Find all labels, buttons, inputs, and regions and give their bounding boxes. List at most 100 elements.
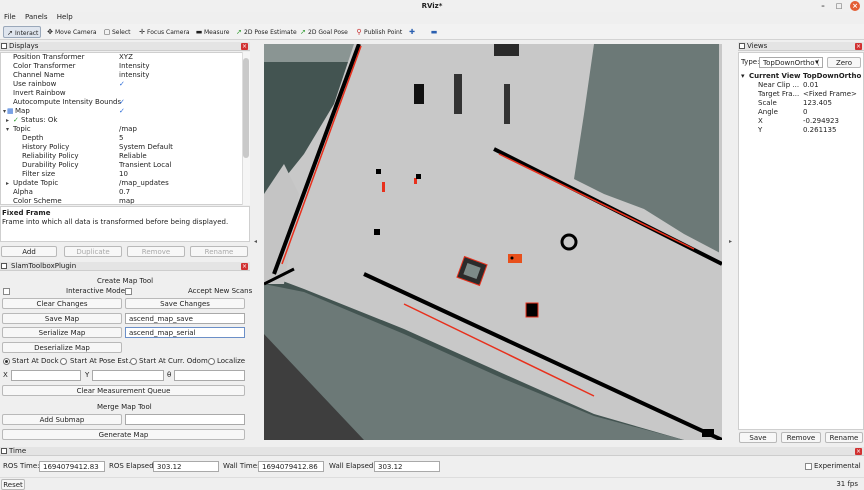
measure-tool-button[interactable]: ▬ Measure	[193, 26, 232, 38]
ros-time-field[interactable]: 1694079412.83	[39, 461, 105, 472]
zero-button[interactable]: Zero	[827, 57, 861, 68]
render-viewport[interactable]	[264, 44, 722, 440]
view-prop-value[interactable]: 123.405	[803, 99, 832, 108]
tree-row[interactable]: Position Transformer XYZ	[1, 53, 243, 62]
goal-pose-tool-button[interactable]: ➚ 2D Goal Pose	[297, 26, 350, 38]
wall-elapsed-field[interactable]: 303.12	[374, 461, 440, 472]
start-at-pose-est-radio[interactable]	[60, 358, 67, 365]
autocompute-bounds-checkbox[interactable]: ✓	[119, 98, 125, 107]
start-at-curr-odom-radio[interactable]	[130, 358, 137, 365]
views-close-icon[interactable]: ×	[855, 43, 862, 50]
remove-display-button[interactable]: Remove	[127, 246, 185, 257]
tree-row[interactable]: Durability Policy Transient Local	[1, 161, 243, 170]
save-changes-button[interactable]: Save Changes	[125, 298, 245, 309]
tree-row[interactable]: Alpha 0.7	[1, 188, 243, 197]
description-title: Fixed Frame	[2, 209, 51, 217]
tree-row-update-topic[interactable]: ▸ Update Topic/map_updates	[1, 179, 243, 188]
collapse-arrow-icon[interactable]: ▾	[3, 107, 6, 116]
minimize-icon[interactable]: –	[818, 1, 828, 11]
pose-estimate-tool-button[interactable]: ➚ 2D Pose Estimate	[233, 26, 299, 38]
time-icon	[1, 448, 7, 454]
menu-file[interactable]: File	[4, 13, 16, 21]
duplicate-display-button[interactable]: Duplicate	[64, 246, 122, 257]
tree-row[interactable]: Reliability Policy Reliable	[1, 152, 243, 161]
tree-row[interactable]: Autocompute Intensity Bounds ✓	[1, 98, 243, 107]
displays-close-icon[interactable]: ×	[241, 43, 248, 50]
tree-row-status[interactable]: ▸ ✓ Status: Ok	[1, 116, 243, 125]
select-tool-button[interactable]: ▢ Select	[101, 26, 133, 38]
interactive-mode-checkbox[interactable]	[3, 288, 10, 295]
use-rainbow-checkbox[interactable]: ✓	[119, 80, 125, 89]
slam-panel-close-icon[interactable]: ×	[241, 263, 248, 270]
map-enabled-checkbox[interactable]: ✓	[119, 107, 125, 116]
focus-camera-tool-button[interactable]: ✛ Focus Camera	[136, 26, 192, 38]
tree-row[interactable]: Invert Rainbow	[1, 89, 243, 98]
displays-scrollbar-thumb[interactable]	[243, 58, 249, 158]
x-input[interactable]	[11, 370, 81, 381]
move-camera-tool-button[interactable]: ✥ Move Camera	[44, 26, 99, 38]
clear-measurement-queue-button[interactable]: Clear Measurement Queue	[2, 385, 245, 396]
view-prop-value[interactable]: <Fixed Frame>	[803, 90, 857, 99]
tree-row[interactable]: Filter size 10	[1, 170, 243, 179]
wall-time-field[interactable]: 1694079412.86	[258, 461, 324, 472]
start-at-dock-radio[interactable]	[3, 358, 10, 365]
submap-input[interactable]	[125, 414, 245, 425]
save-map-button[interactable]: Save Map	[2, 313, 122, 324]
add-submap-button[interactable]: Add Submap	[2, 414, 122, 425]
view-prop-value[interactable]: 0.01	[803, 81, 819, 90]
maximize-icon[interactable]: □	[834, 1, 844, 11]
collapse-right-arrow-icon[interactable]: ▸	[729, 238, 732, 245]
collapse-left-arrow-icon[interactable]: ◂	[254, 238, 257, 245]
time-close-icon[interactable]: ×	[855, 448, 862, 455]
serialize-map-button[interactable]: Serialize Map	[2, 327, 122, 338]
expand-arrow-icon[interactable]: ▸	[6, 179, 9, 188]
status-ok-icon: ✓	[13, 116, 19, 124]
expand-arrow-icon[interactable]: ▾	[741, 72, 745, 81]
theta-input[interactable]	[174, 370, 245, 381]
chevron-down-icon[interactable]: ▾	[815, 58, 819, 67]
views-save-button[interactable]: Save	[739, 432, 777, 443]
ros-elapsed-field[interactable]: 303.12	[153, 461, 219, 472]
views-remove-button[interactable]: Remove	[781, 432, 821, 443]
publish-point-tool-button[interactable]: ⚲ Publish Point	[353, 26, 404, 38]
generate-map-button[interactable]: Generate Map	[2, 429, 245, 440]
collapse-arrow-icon[interactable]: ▾	[6, 125, 9, 134]
tree-row-map[interactable]: ▾ ▦ Map ✓	[1, 107, 243, 116]
view-prop-value[interactable]: 0.261135	[803, 126, 836, 135]
window-title-bar: RViz* – □ ×	[0, 0, 864, 12]
y-input[interactable]	[92, 370, 164, 381]
reset-button[interactable]: Reset	[1, 479, 25, 490]
tree-row-topic[interactable]: ▾ Topic/map	[1, 125, 243, 134]
close-icon[interactable]: ×	[850, 1, 860, 11]
add-tool-button[interactable]: ✚	[406, 26, 419, 38]
tree-row[interactable]: Color Scheme map	[1, 197, 243, 204]
view-prop-value[interactable]: -0.294923	[803, 117, 839, 126]
add-display-button[interactable]: Add	[1, 246, 57, 257]
status-bar: Reset 31 fps	[0, 477, 864, 490]
save-map-name-input[interactable]: ascend_map_save	[125, 313, 245, 324]
move-camera-icon: ✥	[47, 28, 53, 36]
small-obstacle	[526, 303, 538, 317]
clear-changes-button[interactable]: Clear Changes	[2, 298, 122, 309]
menu-help[interactable]: Help	[57, 13, 73, 21]
tree-row[interactable]: Use rainbow ✓	[1, 80, 243, 89]
scatter-point	[374, 229, 380, 235]
view-prop-value[interactable]: 0	[803, 108, 807, 117]
expand-arrow-icon[interactable]: ▸	[6, 116, 9, 125]
displays-tree: Position Transformer XYZ Color Transforme…	[0, 52, 250, 205]
accept-new-scans-checkbox[interactable]	[125, 288, 132, 295]
menu-panels[interactable]: Panels	[25, 13, 48, 21]
serialize-map-name-input[interactable]: ascend_map_serial	[125, 327, 245, 338]
remove-tool-button[interactable]: ▬	[428, 26, 441, 38]
tree-row[interactable]: Channel Name intensity	[1, 71, 243, 80]
tree-row[interactable]: History Policy System Default	[1, 143, 243, 152]
rename-display-button[interactable]: Rename	[190, 246, 248, 257]
localize-radio[interactable]	[208, 358, 215, 365]
experimental-checkbox[interactable]	[805, 463, 812, 470]
tree-row[interactable]: Depth 5	[1, 134, 243, 143]
interact-tool-button[interactable]: ➚ Interact	[3, 26, 42, 38]
views-rename-button[interactable]: Rename	[825, 432, 863, 443]
tree-row[interactable]: Color Transformer Intensity	[1, 62, 243, 71]
deserialize-map-button[interactable]: Deserialize Map	[2, 342, 122, 353]
view-type-select[interactable]: TopDownOrtho (	[759, 57, 823, 68]
